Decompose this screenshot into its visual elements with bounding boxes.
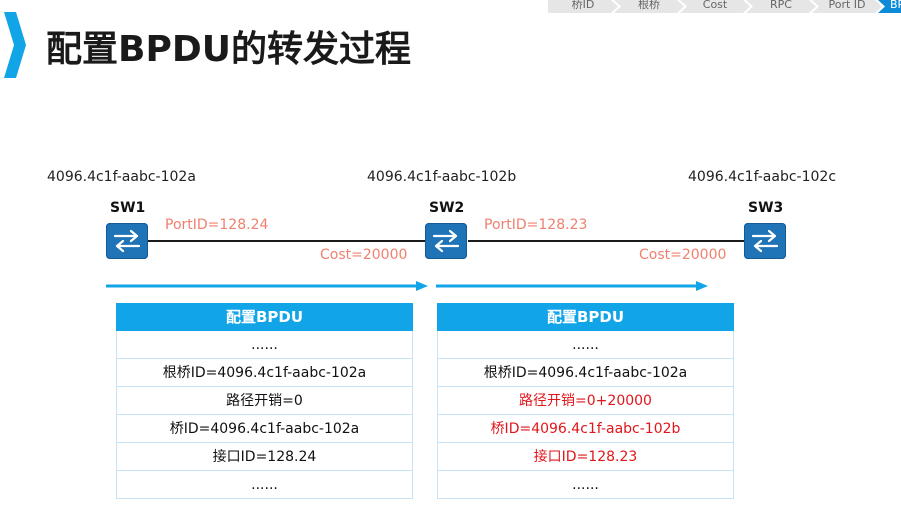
table-row: 路径开销=0	[116, 387, 413, 415]
sw2-switch-icon[interactable]	[425, 223, 467, 259]
table-row: 根桥ID=4096.4c1f-aabc-102a	[437, 359, 734, 387]
nav-item-cost[interactable]: Cost	[680, 0, 750, 13]
table-row: 根桥ID=4096.4c1f-aabc-102a	[116, 359, 413, 387]
sw1-switch-icon[interactable]	[106, 223, 148, 259]
link2-port-id: PortID=128.23	[484, 217, 588, 233]
sw3-switch-icon[interactable]	[744, 223, 786, 259]
table-row: ......	[437, 331, 734, 359]
sw1-bridge-id: 4096.4c1f-aabc-102a	[47, 169, 196, 185]
link-sw2-sw3	[468, 240, 744, 242]
nav-item-port-id[interactable]: Port ID	[812, 0, 882, 13]
link-sw1-sw2	[148, 240, 426, 242]
nav-item-bridge-id[interactable]: 桥ID	[548, 0, 618, 13]
link2-cost: Cost=20000	[639, 247, 727, 263]
sw1-name: SW1	[110, 200, 146, 216]
sw2-name: SW2	[429, 200, 465, 216]
table-row: ......	[116, 331, 413, 359]
flow-arrow-1-icon	[106, 281, 428, 291]
sw3-name: SW3	[748, 200, 784, 216]
page-title: 配置BPDU的转发过程	[46, 29, 411, 70]
table-row: ......	[116, 471, 413, 499]
link1-cost: Cost=20000	[320, 247, 408, 263]
nav-item-root-bridge[interactable]: 根桥	[614, 0, 684, 13]
title-chevron-icon	[4, 12, 26, 78]
sw2-bridge-id: 4096.4c1f-aabc-102b	[367, 169, 517, 185]
nav-item-rpc[interactable]: RPC	[746, 0, 816, 13]
table-row: 桥ID=4096.4c1f-aabc-102a	[116, 415, 413, 443]
table-header: 配置BPDU	[437, 303, 734, 331]
flow-arrow-2-icon	[436, 281, 708, 291]
table-row: 接口ID=128.24	[116, 443, 413, 471]
table-row: 接口ID=128.23	[437, 443, 734, 471]
sw3-bridge-id: 4096.4c1f-aabc-102c	[688, 169, 837, 185]
link1-port-id: PortID=128.24	[165, 217, 269, 233]
table-header: 配置BPDU	[116, 303, 413, 331]
bpdu-table-sw2: 配置BPDU ...... 根桥ID=4096.4c1f-aabc-102a 路…	[437, 303, 734, 499]
bpdu-table-sw1: 配置BPDU ...... 根桥ID=4096.4c1f-aabc-102a 路…	[116, 303, 413, 499]
breadcrumb-nav: 桥ID 根桥 Cost RPC Port ID BPDU	[548, 0, 901, 13]
table-row: 路径开销=0+20000	[437, 387, 734, 415]
table-row: 桥ID=4096.4c1f-aabc-102b	[437, 415, 734, 443]
table-row: ......	[437, 471, 734, 499]
